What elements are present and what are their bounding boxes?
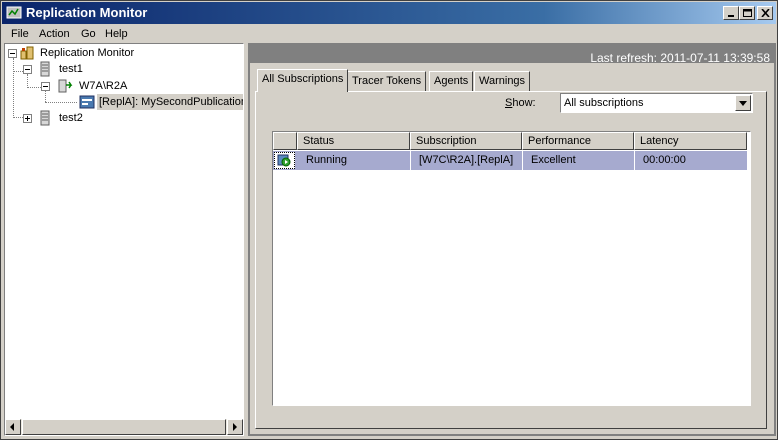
close-button[interactable]	[757, 6, 773, 20]
tree-item-publication[interactable]: [ReplA]: MySecondPublication	[5, 94, 243, 110]
tree-item-replication-monitor[interactable]: Replication Monitor	[5, 45, 243, 61]
column-header-performance[interactable]: Performance	[522, 132, 634, 150]
cell-status: Running	[306, 154, 347, 166]
menu-go[interactable]: Go	[78, 27, 99, 41]
collapse-toggle[interactable]	[41, 82, 50, 91]
table-row[interactable]: Running [W7C\R2A].[ReplA] Excellent 00:0…	[273, 151, 747, 170]
tree-horizontal-scrollbar[interactable]	[5, 419, 243, 435]
tree-item-test2[interactable]: test2	[5, 110, 243, 126]
scroll-right-button[interactable]	[227, 419, 243, 435]
menu-bar: File Action Go Help	[2, 25, 776, 43]
maximize-button[interactable]	[739, 6, 755, 20]
publication-icon	[79, 94, 95, 110]
scroll-thumb[interactable]	[22, 419, 226, 435]
publisher-icon	[57, 78, 73, 94]
chevron-down-icon[interactable]	[735, 95, 751, 111]
tree-item-label: W7A\R2A	[79, 80, 128, 92]
column-header-icon[interactable]	[273, 132, 297, 150]
replication-monitor-icon	[19, 45, 35, 61]
tree-item-test1[interactable]: test1	[5, 61, 243, 77]
tab-all-subscriptions[interactable]: All Subscriptions	[257, 69, 349, 92]
menu-action[interactable]: Action	[36, 27, 73, 41]
show-filter-label: Show:	[505, 97, 536, 109]
replication-monitor-window: Replication Monitor File Action Go Help	[0, 0, 778, 440]
column-header-latency[interactable]: Latency	[634, 132, 747, 150]
cell-subscription: [W7C\R2A].[ReplA]	[419, 154, 514, 166]
minimize-button[interactable]	[723, 6, 739, 20]
menu-file[interactable]: File	[8, 27, 32, 41]
details-pane: Last refresh: 2011-07-11 13:39:58 All Su…	[248, 43, 776, 436]
tree-item-label: test1	[59, 63, 83, 75]
collapse-toggle[interactable]	[23, 65, 32, 74]
scroll-left-button[interactable]	[5, 419, 21, 435]
tab-warnings[interactable]: Warnings	[474, 71, 531, 91]
details-body: All Subscriptions Tracer Tokens Agents W…	[250, 63, 774, 434]
window-title: Replication Monitor	[26, 5, 148, 20]
column-header-subscription[interactable]: Subscription	[410, 132, 522, 150]
tab-tracer-tokens[interactable]: Tracer Tokens	[347, 71, 427, 91]
tree-item-label: Replication Monitor	[40, 47, 135, 59]
subscriptions-grid[interactable]: Status Subscription Performance Latency …	[272, 131, 751, 406]
show-filter-value: All subscriptions	[564, 97, 644, 109]
expand-toggle[interactable]	[23, 114, 32, 123]
cell-latency: 00:00:00	[643, 154, 686, 166]
server-icon	[37, 61, 53, 77]
tree-item-label: test2	[59, 112, 83, 124]
subscription-status-icon-cell	[273, 151, 297, 170]
tree-item-label: [ReplA]: MySecondPublication	[97, 94, 243, 110]
tree-item-instance[interactable]: W7A\R2A	[5, 78, 243, 94]
collapse-toggle[interactable]	[8, 49, 17, 58]
running-status-icon	[274, 152, 295, 169]
column-header-status[interactable]: Status	[297, 132, 410, 150]
server-icon	[37, 110, 53, 126]
cell-performance: Excellent	[531, 154, 576, 166]
show-filter-dropdown[interactable]: All subscriptions	[560, 93, 753, 113]
navigation-tree[interactable]: Replication Monitor test1 W7A\R2A [ReplA…	[4, 43, 244, 436]
menu-help[interactable]: Help	[102, 27, 131, 41]
tab-agents[interactable]: Agents	[429, 71, 474, 91]
replication-monitor-app-icon	[6, 5, 22, 21]
title-bar[interactable]: Replication Monitor	[2, 2, 776, 24]
